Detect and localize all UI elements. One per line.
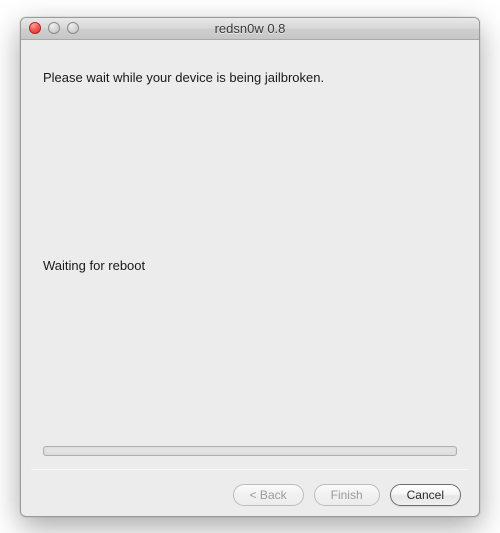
status-text: Waiting for reboot bbox=[43, 258, 145, 273]
titlebar: redsn0w 0.8 bbox=[21, 18, 479, 40]
content-area: Please wait while your device is being j… bbox=[21, 40, 479, 516]
button-row: < Back Finish Cancel bbox=[233, 484, 461, 506]
app-window: redsn0w 0.8 Please wait while your devic… bbox=[20, 17, 480, 517]
separator bbox=[31, 469, 469, 470]
traffic-lights bbox=[21, 22, 79, 34]
progress-area bbox=[43, 446, 457, 456]
cancel-button[interactable]: Cancel bbox=[390, 484, 461, 506]
finish-button: Finish bbox=[314, 484, 380, 506]
back-button: < Back bbox=[233, 484, 304, 506]
zoom-icon bbox=[67, 22, 79, 34]
window-title: redsn0w 0.8 bbox=[21, 21, 479, 36]
minimize-icon bbox=[48, 22, 60, 34]
progress-bar bbox=[43, 446, 457, 456]
close-icon[interactable] bbox=[29, 22, 41, 34]
instruction-text: Please wait while your device is being j… bbox=[43, 70, 457, 85]
